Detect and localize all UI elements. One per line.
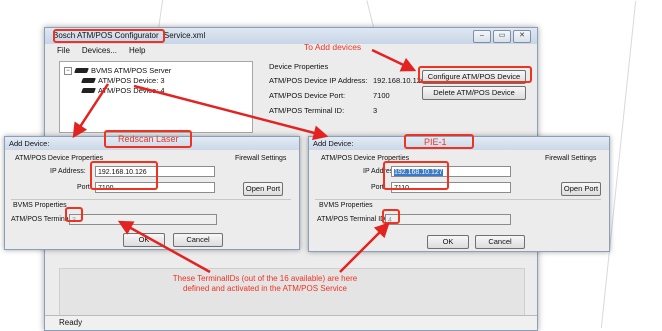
arrow-to-terminal1 <box>117 220 211 274</box>
arrow-to-dialog2 <box>133 84 329 141</box>
arrow-to-dialog1 <box>72 83 110 139</box>
arrow-to-terminal2 <box>339 222 390 273</box>
arrow-to-configure <box>371 48 417 72</box>
annotation-arrows <box>72 48 417 274</box>
